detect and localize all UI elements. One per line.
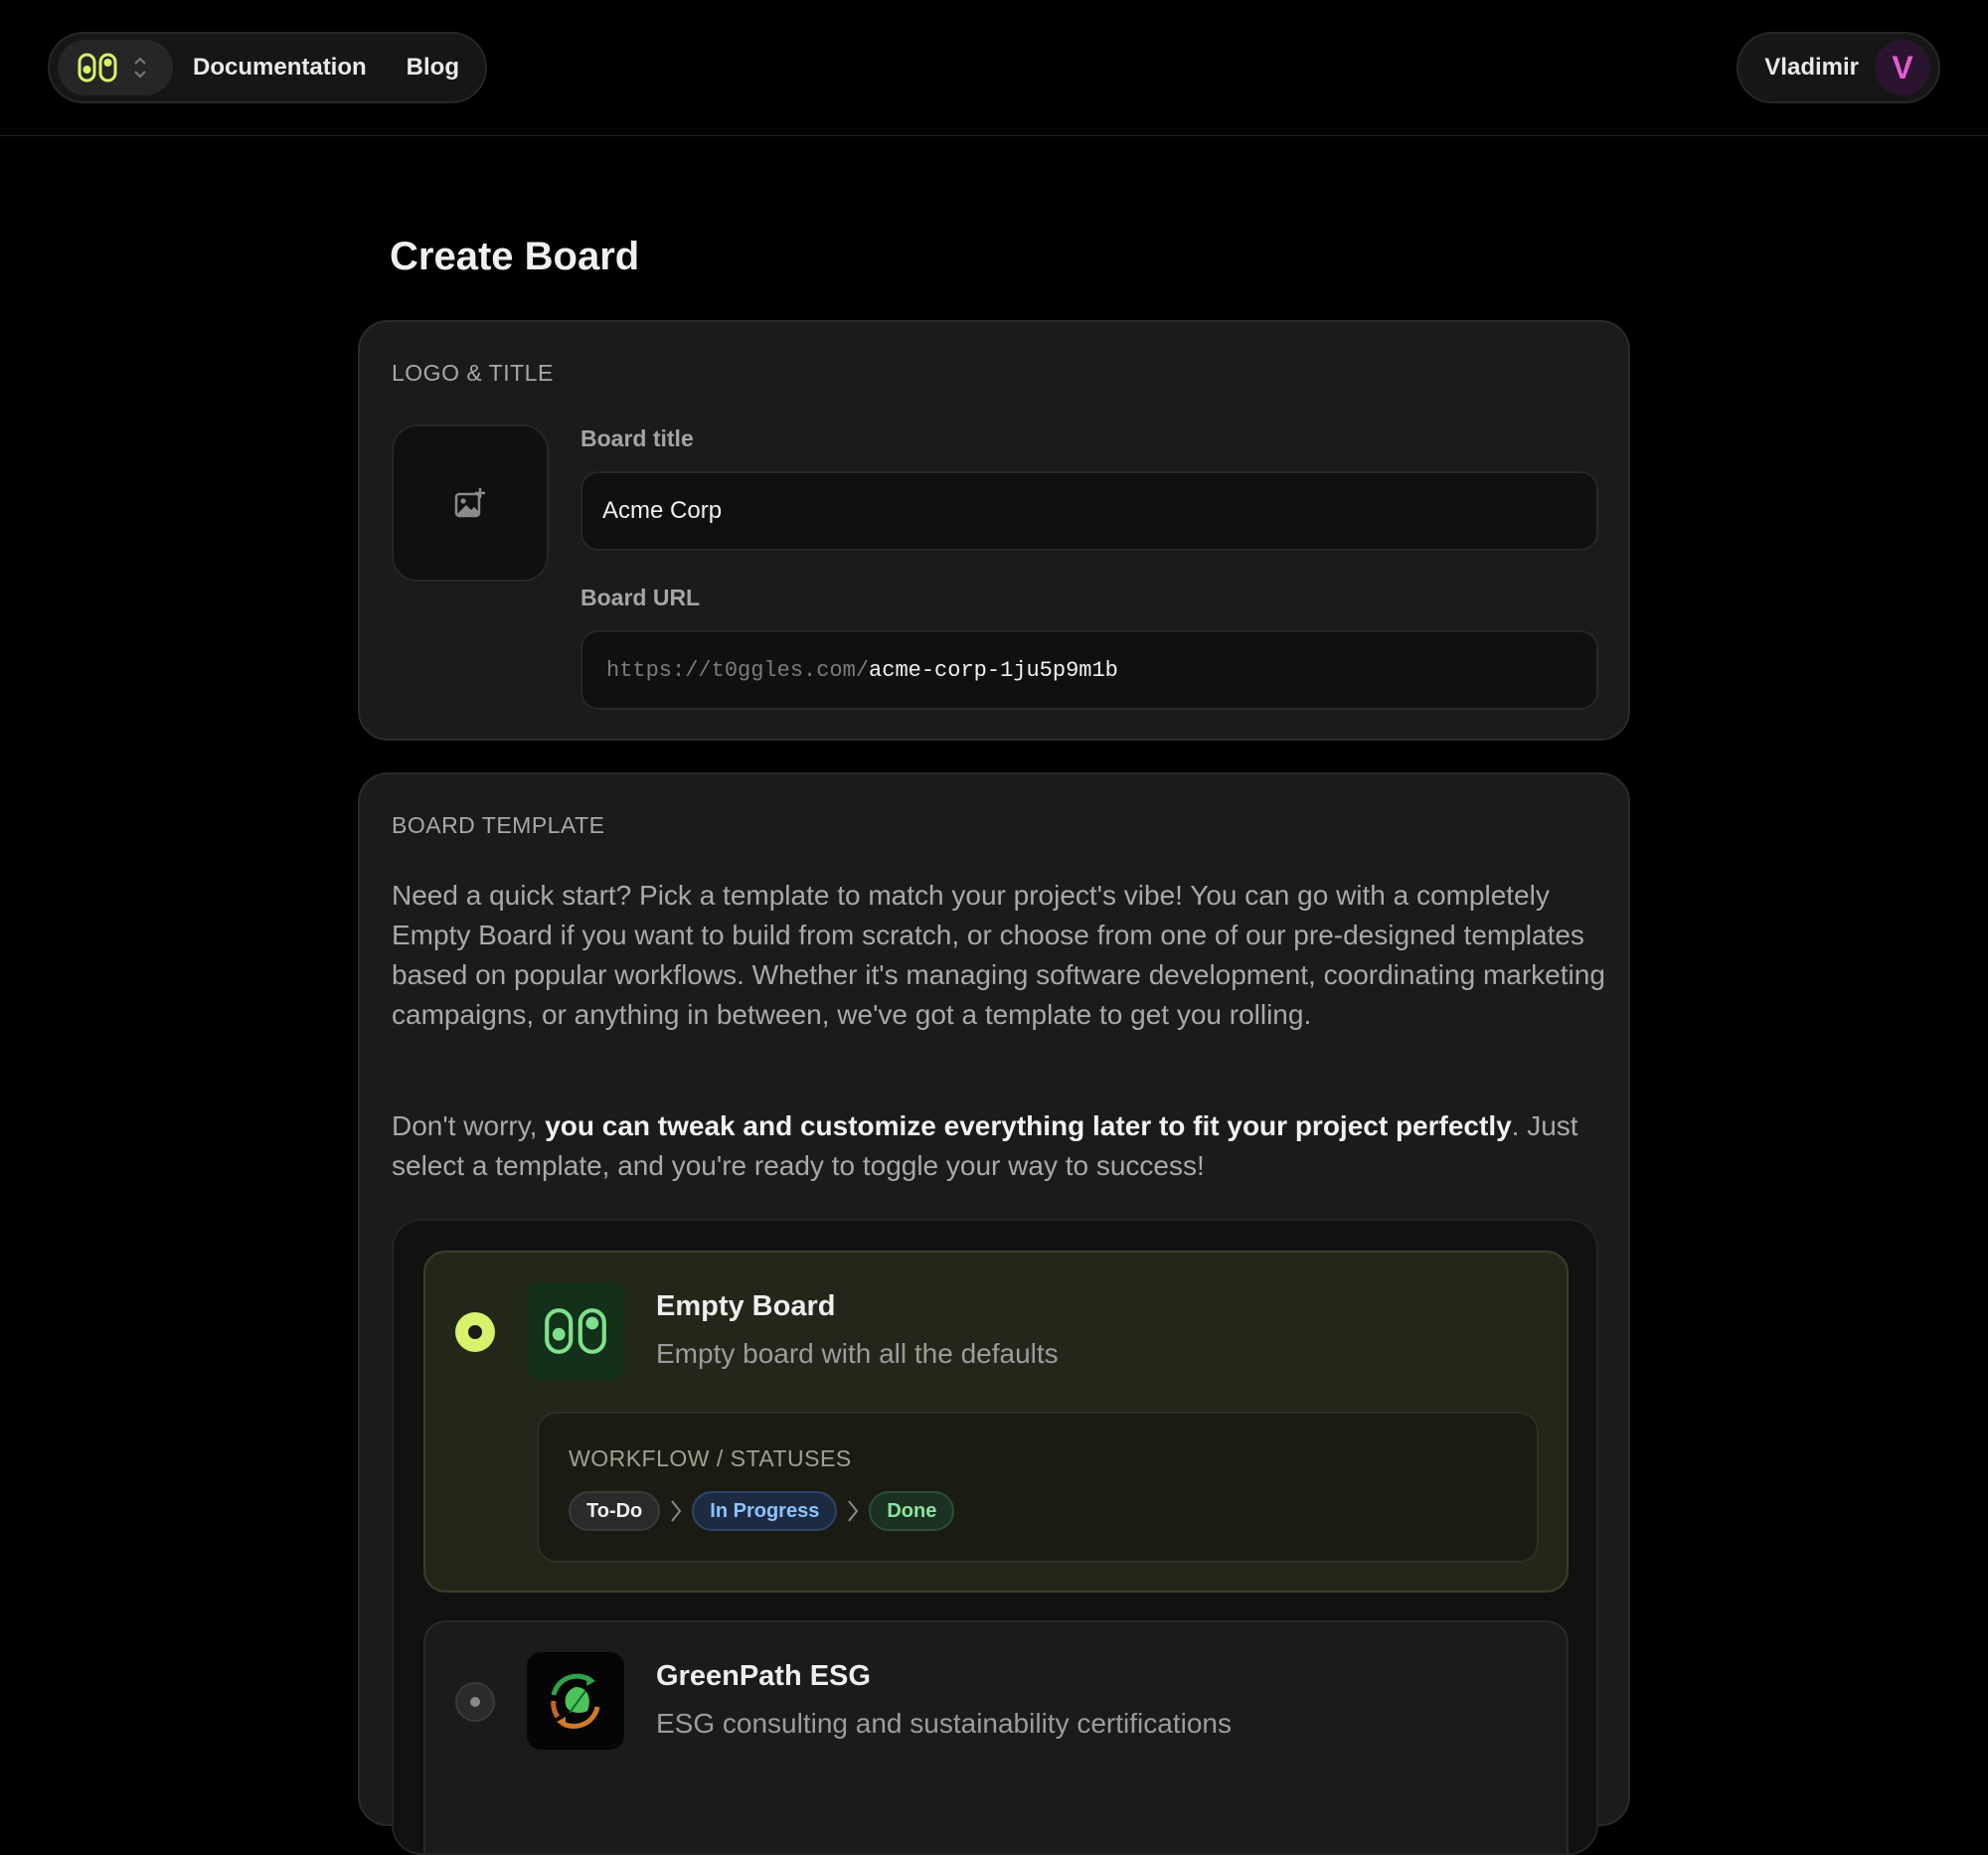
- template-description: ESG consulting and sustainability certif…: [656, 1708, 1232, 1739]
- template-name: GreenPath ESG: [656, 1660, 871, 1692]
- status-badge-in-progress: In Progress: [692, 1491, 838, 1531]
- workspace-switcher[interactable]: [58, 40, 173, 95]
- board-url-slug[interactable]: acme-corp-1ju5p9m1b: [869, 658, 1118, 683]
- user-name: Vladimir: [1764, 54, 1859, 81]
- top-bar: Documentation Blog Vladimir V: [0, 0, 1988, 136]
- status-badge-done: Done: [869, 1491, 955, 1531]
- template-icon-empty-board: [527, 1282, 624, 1380]
- template-intro-paragraph: Need a quick start? Pick a template to m…: [392, 880, 1605, 1030]
- board-url-label: Board URL: [580, 585, 701, 610]
- logo-upload-button[interactable]: [392, 424, 549, 582]
- status-list: To-Do In Progress Done: [569, 1491, 955, 1531]
- board-title-label: Board title: [580, 425, 694, 451]
- workflow-panel: WORKFLOW / STATUSES To-Do In Progress Do…: [537, 1412, 1539, 1563]
- board-url-prefix: https://t0ggles.com/: [606, 657, 870, 683]
- template-option-empty-board[interactable]: Empty Board Empty board with all the def…: [423, 1251, 1569, 1593]
- t0ggles-logo-icon: [545, 1308, 606, 1354]
- template-icon-greenpath: [527, 1652, 624, 1750]
- tip-text-bold: you can tweak and customize everything l…: [545, 1110, 1512, 1141]
- board-title-input[interactable]: [602, 497, 1596, 525]
- section-label-board-template: BOARD TEMPLATE: [392, 812, 605, 838]
- template-tip-paragraph: Don't worry, you can tweak and customize…: [392, 1106, 1614, 1186]
- board-title-field[interactable]: [580, 471, 1598, 551]
- add-image-icon: [454, 488, 485, 518]
- board-url-field[interactable]: https://t0ggles.com/ acme-corp-1ju5p9m1b: [580, 630, 1598, 710]
- template-name: Empty Board: [656, 1290, 836, 1322]
- leaf-recycle-icon: [551, 1673, 600, 1729]
- nav-blog-link[interactable]: Blog: [407, 54, 459, 82]
- chevron-up-down-icon: [133, 55, 147, 81]
- tip-text-start: Don't worry,: [392, 1110, 546, 1141]
- workflow-label: WORKFLOW / STATUSES: [569, 1445, 852, 1471]
- page-title: Create Board: [390, 235, 640, 278]
- nav-pill: Documentation Blog: [48, 32, 487, 103]
- radio-unselected[interactable]: [455, 1682, 495, 1722]
- user-menu[interactable]: Vladimir V: [1737, 32, 1940, 103]
- section-label-logo-title: LOGO & TITLE: [392, 360, 554, 386]
- template-description: Empty board with all the defaults: [656, 1338, 1059, 1369]
- board-template-card: BOARD TEMPLATE Need a quick start? Pick …: [358, 772, 1630, 1855]
- nav-documentation-link[interactable]: Documentation: [193, 54, 367, 82]
- status-badge-todo: To-Do: [569, 1491, 661, 1531]
- logo-title-card: LOGO & TITLE Board title Board URL https…: [358, 320, 1630, 741]
- template-option-greenpath-esg[interactable]: GreenPath ESG ESG consulting and sustain…: [423, 1620, 1569, 1853]
- radio-selected[interactable]: [455, 1312, 495, 1352]
- chevron-right-icon: [845, 1497, 861, 1525]
- avatar: V: [1875, 40, 1930, 95]
- chevron-right-icon: [668, 1497, 684, 1525]
- t0ggles-logo-icon: [78, 53, 117, 83]
- template-list: Empty Board Empty board with all the def…: [392, 1219, 1598, 1855]
